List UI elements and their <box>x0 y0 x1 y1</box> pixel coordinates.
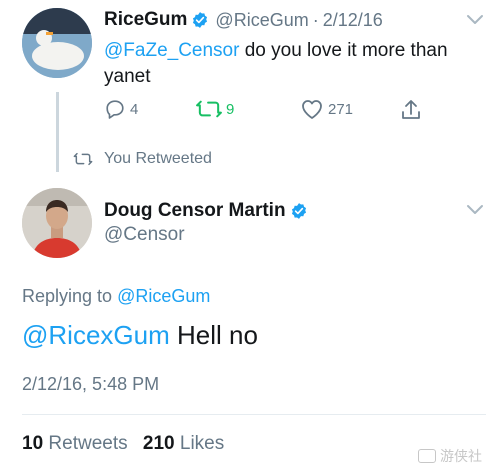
reply-icon <box>106 100 124 119</box>
censor-avatar[interactable] <box>22 188 92 258</box>
reply-header: Doug Censor Martin <box>104 200 308 222</box>
replying-to-line: Replying to @RiceGum <box>22 286 210 307</box>
reply-timestamp: 2/12/16, 5:48 PM <box>22 374 160 394</box>
replying-to-link[interactable]: @RiceGum <box>117 286 210 306</box>
ricegum-avatar[interactable] <box>22 8 92 78</box>
original-tweet[interactable]: RiceGum @RiceGum · 2/12/16 @FaZe_Censor … <box>0 0 500 140</box>
reply-author-name[interactable]: Doug Censor Martin <box>104 200 286 222</box>
watermark-logo: 游侠社 <box>418 442 496 470</box>
divider <box>22 414 486 415</box>
reply-button[interactable]: 4 <box>104 98 138 120</box>
reply-author-handle[interactable]: @Censor <box>104 224 185 246</box>
tweet-date[interactable]: 2/12/16 <box>323 10 383 31</box>
author-name[interactable]: RiceGum <box>104 9 187 31</box>
watermark-icon <box>418 449 436 463</box>
tweet-text: @FaZe_Censor do you love it more than ya… <box>104 38 484 90</box>
tweet-actions: 4 9 271 <box>0 98 500 124</box>
avatar-image <box>22 188 92 258</box>
share-icon <box>402 100 420 119</box>
thread-connector-line <box>56 92 59 172</box>
reply-text: @RicexGum Hell no <box>22 320 258 351</box>
like-count: 271 <box>328 100 354 118</box>
retweet-icon <box>196 100 222 118</box>
engagement-stats: 10 Retweets 210 Likes <box>22 433 234 455</box>
tweet-mention-link[interactable]: @FaZe_Censor <box>104 40 239 61</box>
retweets-label[interactable]: Retweets <box>48 433 127 454</box>
retweet-icon <box>73 152 93 166</box>
separator-dot: · <box>312 9 319 30</box>
retweet-count: 9 <box>226 100 235 118</box>
like-button[interactable]: 271 <box>300 98 353 120</box>
like-total[interactable]: 210 <box>143 433 175 454</box>
likes-label[interactable]: Likes <box>180 433 224 454</box>
reply-count: 4 <box>130 100 139 118</box>
verified-badge-icon <box>291 203 306 219</box>
tweet-header: RiceGum @RiceGum · 2/12/16 <box>104 9 383 31</box>
verified-badge-icon <box>193 12 208 28</box>
reply-mention-link[interactable]: @RicexGum <box>22 320 170 350</box>
watermark-text: 游侠社 <box>440 448 482 464</box>
you-retweeted-banner: You Retweeted <box>72 150 212 168</box>
heart-icon <box>302 100 322 119</box>
reply-body: Hell no <box>169 320 258 350</box>
retweet-total[interactable]: 10 <box>22 433 43 454</box>
author-handle[interactable]: @RiceGum <box>215 10 308 31</box>
chevron-down-icon[interactable] <box>466 14 484 26</box>
you-retweeted-label: You Retweeted <box>104 150 212 167</box>
retweet-button[interactable]: 9 <box>196 98 234 120</box>
replying-prefix: Replying to <box>22 286 118 306</box>
chevron-down-icon[interactable] <box>466 204 484 216</box>
avatar-image <box>22 8 92 78</box>
share-button[interactable] <box>400 98 426 122</box>
